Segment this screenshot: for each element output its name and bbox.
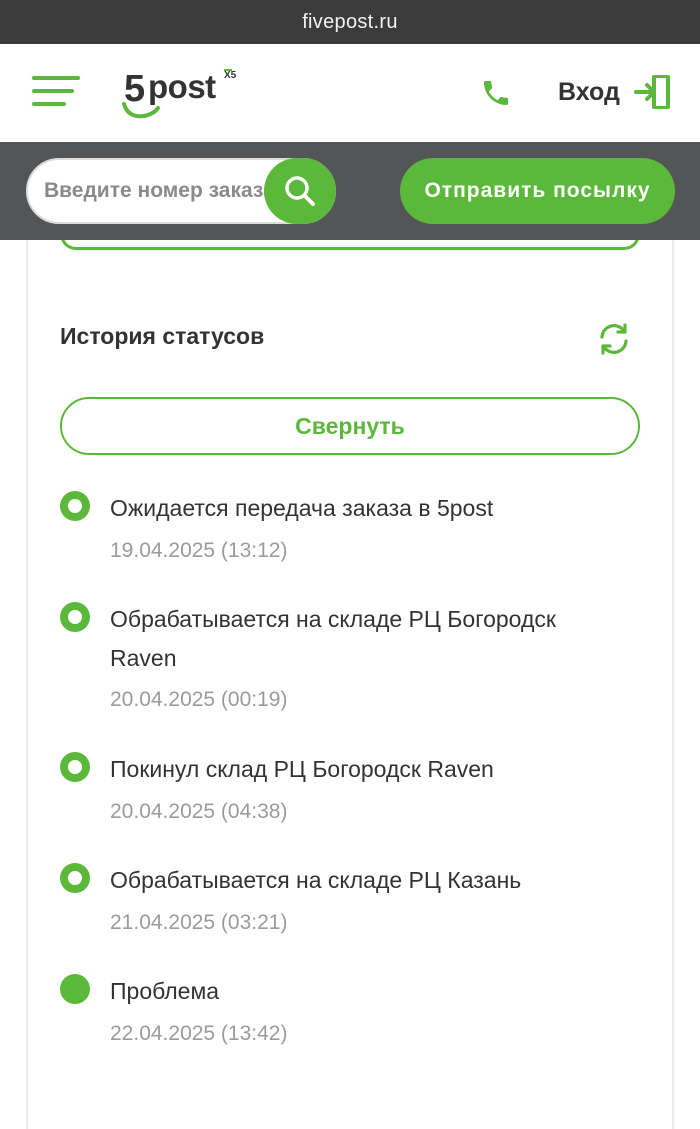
menu-icon[interactable] — [32, 74, 82, 110]
site-header: 5 post X5 Вход — [0, 44, 700, 142]
status-marker-icon — [60, 752, 90, 782]
status-text: Покинул склад РЦ Богородск Raven — [110, 756, 494, 782]
search-button[interactable] — [264, 158, 336, 224]
login-door-icon — [633, 75, 670, 109]
status-text: Обрабатывается на складе РЦ Богородск Ra… — [110, 606, 556, 671]
status-date: 21.04.2025 (03:21) — [110, 911, 288, 934]
status-text: Проблема — [110, 978, 220, 1004]
status-marker-icon — [60, 863, 90, 893]
phone-icon[interactable] — [480, 77, 512, 109]
refresh-icon[interactable] — [596, 321, 632, 357]
status-marker-icon — [60, 491, 90, 521]
history-title: История статусов — [60, 323, 265, 349]
browser-url-bar[interactable]: fivepost.ru — [0, 0, 700, 44]
status-date: 19.04.2025 (13:12) — [110, 539, 288, 562]
login-button[interactable]: Вход — [558, 72, 672, 112]
status-marker-icon — [60, 974, 90, 1004]
status-text: Обрабатывается на складе РЦ Казань — [110, 867, 522, 893]
collapse-button[interactable]: Свернуть — [60, 397, 640, 455]
search-icon — [285, 176, 315, 206]
logo-post: post — [148, 68, 216, 105]
status-marker-icon — [60, 602, 90, 632]
logo[interactable]: 5 post X5 — [118, 64, 248, 124]
logo-x5: X5 — [224, 70, 237, 81]
login-label: Вход — [558, 77, 620, 106]
status-date: 20.04.2025 (00:19) — [110, 688, 288, 711]
action-bar: Отправить посылку — [0, 142, 700, 240]
status-date: 20.04.2025 (04:38) — [110, 800, 288, 823]
url-text: fivepost.ru — [302, 10, 398, 33]
status-date: 22.04.2025 (13:42) — [110, 1022, 288, 1045]
status-text: Ожидается передача заказа в 5post — [110, 495, 494, 521]
search-input[interactable] — [44, 160, 274, 222]
send-parcel-button[interactable]: Отправить посылку — [400, 158, 675, 224]
logo-five: 5 — [124, 68, 145, 110]
